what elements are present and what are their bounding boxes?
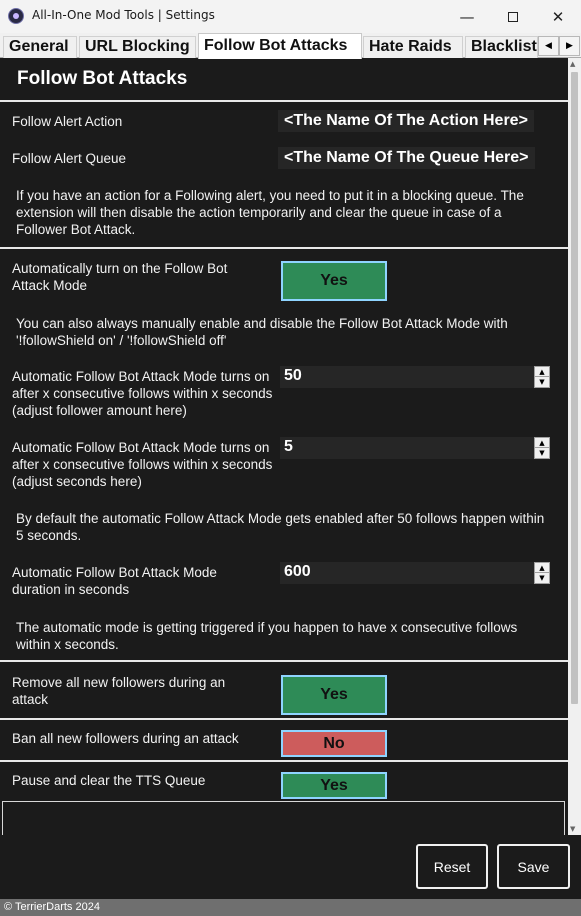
manual-info-text: You can also always manually enable and … [16,316,508,348]
tab-follow-bot-attacks[interactable]: Follow Bot Attacks [198,33,362,59]
scrollbar-thumb[interactable] [571,72,578,704]
duration-input[interactable]: 600 ▲ ▼ [280,562,550,584]
tab-scroll-left-icon[interactable]: ◀ [538,36,559,56]
divider [0,247,568,249]
scroll-down-icon[interactable]: ▼ [570,825,575,833]
minimize-button[interactable]: — [444,0,490,33]
ban-followers-label: Ban all new followers during an attack [12,731,239,746]
settings-content: Follow Bot Attacks Follow Alert Action <… [0,58,568,835]
vertical-scrollbar[interactable]: ▲ ▼ [568,58,581,835]
tab-hate-raids[interactable]: Hate Raids [363,36,463,58]
divider [0,660,568,662]
divider [0,718,568,720]
remove-followers-label: Remove all new followers during an attac… [12,675,226,707]
copyright-text: © TerrierDarts 2024 [4,901,100,913]
maximize-icon [508,11,518,22]
duration-label: Automatic Follow Bot Attack Mode duratio… [12,565,217,597]
seconds-stepper[interactable]: ▲ ▼ [534,437,550,459]
tab-scroll-arrows: ◀ ▶ [538,36,581,56]
stepper-up-icon[interactable]: ▲ [535,367,549,377]
queue-info-text: If you have an action for a Following al… [16,188,524,237]
alert-action-label: Follow Alert Action [12,114,123,129]
seconds-input[interactable]: 5 ▲ ▼ [280,437,550,459]
stepper-down-icon[interactable]: ▼ [535,377,549,387]
status-bar: © TerrierDarts 2024 [0,899,581,916]
auto-mode-toggle[interactable]: Yes [281,261,387,301]
title-bar: All-In-One Mod Tools | Settings — ✕ [0,0,581,33]
reset-button[interactable]: Reset [416,844,488,889]
stepper-down-icon[interactable]: ▼ [535,448,549,458]
tab-url-blocking[interactable]: URL Blocking [79,36,196,58]
divider [0,760,568,762]
default-info-text: By default the automatic Follow Attack M… [16,511,545,543]
tts-queue-label: Pause and clear the TTS Queue [12,773,206,788]
window-title: All-In-One Mod Tools | Settings [32,8,215,22]
app-logo-icon [8,8,24,24]
seconds-label: Automatic Follow Bot Attack Mode turns o… [12,440,273,489]
tab-blacklist[interactable]: Blacklist [465,36,538,58]
tab-strip: General URL Blocking Follow Bot Attacks … [0,33,581,59]
duration-stepper[interactable]: ▲ ▼ [534,562,550,584]
auto-mode-label: Automatically turn on the Follow Bot Att… [12,261,228,293]
page-title: Follow Bot Attacks [17,68,188,89]
seconds-value: 5 [284,438,293,455]
tab-scroll-right-icon[interactable]: ▶ [559,36,580,56]
ban-followers-toggle[interactable]: No [281,730,387,757]
settings-window: All-In-One Mod Tools | Settings — ✕ Gene… [0,0,581,916]
tts-queue-toggle[interactable]: Yes [281,772,387,799]
alert-queue-value[interactable]: <The Name Of The Queue Here> [278,147,535,169]
duration-value: 600 [284,563,311,580]
alert-queue-label: Follow Alert Queue [12,151,127,166]
follower-amount-stepper[interactable]: ▲ ▼ [534,366,550,388]
follower-amount-label: Automatic Follow Bot Attack Mode turns o… [12,369,273,418]
stepper-up-icon[interactable]: ▲ [535,563,549,573]
follower-amount-input[interactable]: 50 ▲ ▼ [280,366,550,388]
close-button[interactable]: ✕ [535,0,581,33]
save-button[interactable]: Save [497,844,570,889]
remove-followers-toggle[interactable]: Yes [281,675,387,715]
tab-general[interactable]: General [3,36,77,58]
stepper-up-icon[interactable]: ▲ [535,438,549,448]
trigger-info-text: The automatic mode is getting triggered … [16,620,518,652]
additional-settings-panel [2,801,565,835]
alert-action-value[interactable]: <The Name Of The Action Here> [278,110,534,132]
scroll-up-icon[interactable]: ▲ [570,60,575,68]
follower-amount-value: 50 [284,367,302,384]
stepper-down-icon[interactable]: ▼ [535,573,549,583]
divider [0,100,568,102]
maximize-button[interactable] [490,0,536,33]
